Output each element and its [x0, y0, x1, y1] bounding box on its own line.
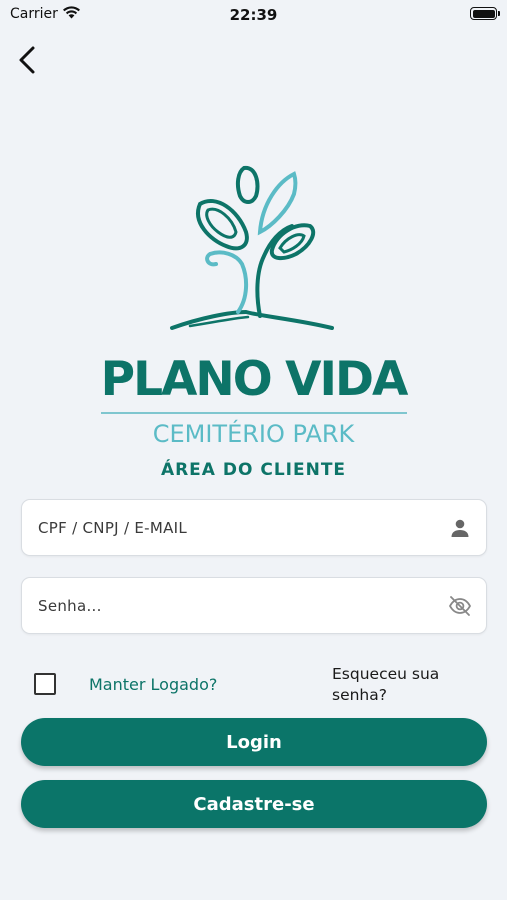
login-button[interactable]: Login — [21, 718, 487, 766]
back-arrow-icon[interactable] — [12, 44, 44, 76]
status-bar: Carrier 22:39 — [0, 0, 507, 28]
tree-logo — [170, 165, 334, 330]
clock: 22:39 — [229, 6, 278, 24]
client-area-label: ÁREA DO CLIENTE — [160, 460, 347, 480]
battery-icon — [470, 7, 500, 20]
user-field[interactable] — [21, 499, 487, 556]
brand-title: PLANO VIDA — [100, 352, 409, 407]
password-field[interactable] — [21, 577, 487, 634]
person-icon — [451, 519, 469, 537]
brand-divider — [101, 412, 407, 414]
password-input[interactable] — [38, 578, 428, 633]
keep-logged-label[interactable]: Manter Logado? — [89, 675, 217, 694]
user-input[interactable] — [38, 500, 428, 555]
keep-logged-checkbox[interactable] — [34, 673, 56, 695]
eye-off-icon[interactable] — [448, 594, 472, 618]
forgot-password-link[interactable]: Esqueceu sua senha? — [332, 664, 482, 706]
brand-subtitle: CEMITÉRIO PARK — [152, 420, 355, 448]
signup-button[interactable]: Cadastre-se — [21, 780, 487, 828]
